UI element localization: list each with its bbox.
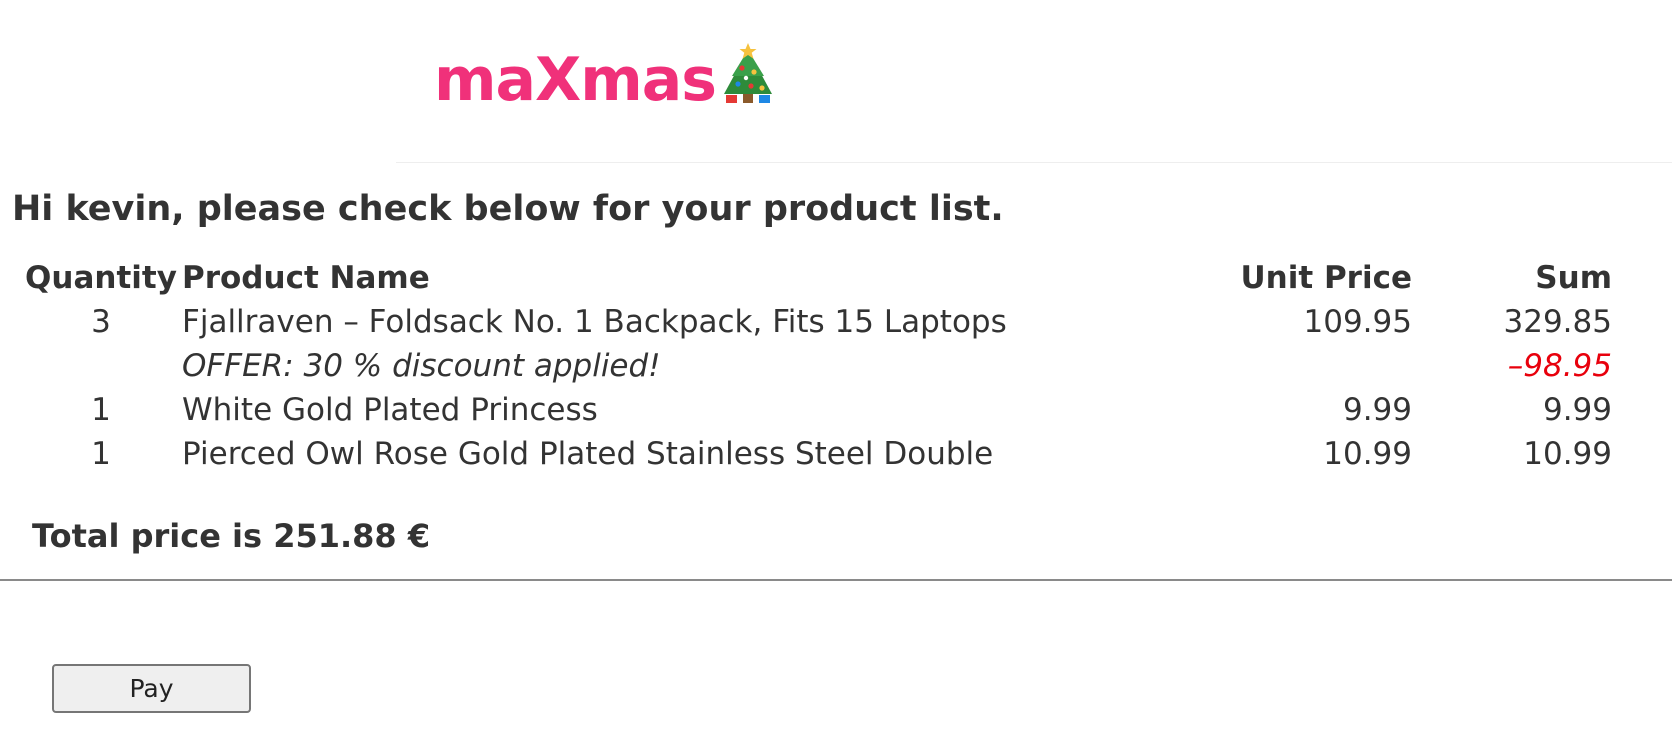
row-unit-price: 9.99: [1342, 392, 1412, 428]
row-quantity: 3: [91, 304, 111, 340]
row-sum: 10.99: [1523, 436, 1612, 472]
site-logo: maXmas: [434, 42, 778, 120]
header-divider: [396, 162, 1672, 163]
offer-text: OFFER: 30 % discount applied!: [182, 348, 661, 384]
offer-discount-value: –98.95: [1507, 348, 1612, 384]
row-product-name: Fjallraven – Foldsack No. 1 Backpack, Fi…: [182, 304, 1007, 340]
column-header-unit-price: Unit Price: [1240, 260, 1412, 296]
pay-button[interactable]: Pay: [52, 664, 251, 713]
row-sum: 9.99: [1542, 392, 1612, 428]
row-sum: 329.85: [1503, 304, 1612, 340]
greeting-heading: Hi kevin, please check below for your pr…: [12, 189, 1004, 229]
row-product-name: White Gold Plated Princess: [182, 392, 598, 428]
offer-row: OFFER: 30 % discount applied! –98.95: [20, 344, 1612, 388]
total-divider: [0, 579, 1672, 581]
row-product-name: Pierced Owl Rose Gold Plated Stainless S…: [182, 436, 994, 472]
offer-quantity-empty: [20, 344, 182, 388]
table-header-row: Quantity Product Name Unit Price Sum: [20, 256, 1612, 300]
total-price: Total price is 251.88 €: [32, 517, 431, 555]
column-header-sum: Sum: [1535, 260, 1612, 296]
product-table: Quantity Product Name Unit Price Sum 3 F…: [20, 256, 1612, 476]
column-header-product-name: Product Name: [182, 260, 430, 296]
row-quantity: 1: [91, 436, 111, 472]
table-row: 1 Pierced Owl Rose Gold Plated Stainless…: [20, 432, 1612, 476]
christmas-tree-icon: [718, 42, 778, 120]
logo-text: maXmas: [434, 45, 717, 115]
column-header-quantity: Quantity: [25, 260, 177, 296]
row-unit-price: 109.95: [1303, 304, 1412, 340]
row-quantity: 1: [91, 392, 111, 428]
offer-unit-price-empty: [1192, 344, 1412, 388]
row-unit-price: 10.99: [1323, 436, 1412, 472]
table-row: 3 Fjallraven – Foldsack No. 1 Backpack, …: [20, 300, 1612, 344]
table-row: 1 White Gold Plated Princess 9.99 9.99: [20, 388, 1612, 432]
